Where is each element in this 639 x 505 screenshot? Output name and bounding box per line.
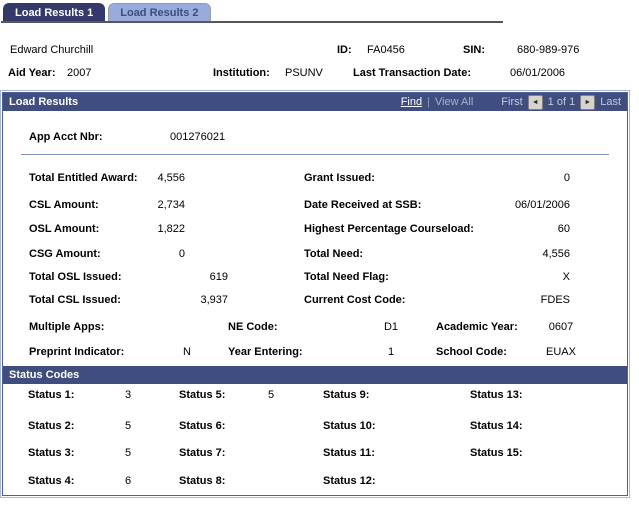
status-label: Status 2: bbox=[28, 420, 75, 432]
student-name: Edward Churchill bbox=[10, 44, 94, 56]
load-results-title: Load Results bbox=[9, 96, 79, 108]
load-results-groupbox: Load Results Find | View All First ◄ 1 o… bbox=[0, 90, 630, 498]
status-label: Status 10: bbox=[323, 420, 376, 432]
status-label: Status 4: bbox=[28, 475, 75, 487]
sin-label: SIN: bbox=[463, 44, 485, 56]
total-need-value: 4,556 bbox=[542, 248, 570, 260]
total-entitled-award-value: 4,556 bbox=[157, 172, 185, 184]
first-link: First bbox=[501, 96, 523, 108]
multiple-apps-label: Multiple Apps: bbox=[29, 321, 105, 333]
next-row-button[interactable]: ► bbox=[580, 94, 596, 110]
right-arrow-icon: ► bbox=[584, 98, 592, 106]
total-need-flag-value: X bbox=[562, 271, 570, 283]
total-need-flag-label: Total Need Flag: bbox=[304, 271, 389, 283]
institution-label: Institution: bbox=[213, 67, 270, 79]
status-label: Status 11: bbox=[323, 447, 375, 459]
previous-row-button[interactable]: ◄ bbox=[527, 94, 543, 110]
total-csl-issued-label: Total CSL Issued: bbox=[29, 294, 121, 306]
status-label: Status 13: bbox=[470, 389, 523, 401]
tab-bar: Load Results 1 Load Results 2 bbox=[3, 3, 214, 22]
year-entering-value: 1 bbox=[387, 346, 395, 358]
preprint-indicator-label: Preprint Indicator: bbox=[29, 346, 125, 358]
total-osl-issued-label: Total OSL Issued: bbox=[29, 271, 122, 283]
status-value: 5 bbox=[267, 389, 275, 401]
school-code-value: EUAX bbox=[546, 346, 576, 358]
row-position: 1 of 1 bbox=[547, 96, 576, 108]
status-label: Status 12: bbox=[323, 475, 376, 487]
ne-code-label: NE Code: bbox=[228, 321, 278, 333]
tab-load-results-2[interactable]: Load Results 2 bbox=[108, 3, 211, 22]
academic-year-label: Academic Year: bbox=[436, 321, 518, 333]
current-cost-code-label: Current Cost Code: bbox=[304, 294, 406, 306]
grid-navigation: Find | View All First ◄ 1 of 1 ► Last bbox=[401, 93, 621, 111]
current-cost-code-value: FDES bbox=[540, 294, 570, 306]
csg-amount-value: 0 bbox=[178, 248, 185, 260]
tab-load-results-1[interactable]: Load Results 1 bbox=[3, 3, 106, 22]
grant-issued-value: 0 bbox=[563, 172, 570, 184]
preprint-indicator-value: N bbox=[183, 346, 191, 358]
school-code-label: School Code: bbox=[436, 346, 507, 358]
academic-year-value: 0607 bbox=[548, 321, 574, 333]
nav-separator: | bbox=[427, 96, 430, 108]
aid-year-label: Aid Year: bbox=[8, 67, 56, 79]
institution-value: PSUNV bbox=[285, 67, 323, 79]
status-label: Status 15: bbox=[470, 447, 523, 459]
csg-amount-label: CSG Amount: bbox=[29, 248, 101, 260]
status-label: Status 1: bbox=[28, 389, 75, 401]
status-label: Status 3: bbox=[28, 447, 75, 459]
status-codes-title: Status Codes bbox=[9, 369, 80, 381]
status-label: Status 9: bbox=[323, 389, 370, 401]
total-need-label: Total Need: bbox=[304, 248, 364, 260]
find-link[interactable]: Find bbox=[401, 93, 422, 111]
status-codes-header-bar: Status Codes bbox=[3, 366, 627, 384]
ne-code-value: D1 bbox=[383, 321, 399, 333]
sin-value: 680-989-976 bbox=[517, 44, 580, 56]
last-transaction-date-value: 06/01/2006 bbox=[510, 67, 566, 79]
tab-underline bbox=[1, 21, 503, 23]
total-csl-issued-value: 3,937 bbox=[200, 294, 228, 306]
id-value: FA0456 bbox=[367, 44, 405, 56]
year-entering-label: Year Entering: bbox=[228, 346, 303, 358]
status-value: 5 bbox=[124, 420, 132, 432]
aid-year-value: 2007 bbox=[67, 67, 92, 79]
highest-percentage-courseload-value: 60 bbox=[557, 223, 570, 235]
left-arrow-icon: ◄ bbox=[531, 98, 539, 106]
page: Load Results 1 Load Results 2 Edward Chur… bbox=[0, 0, 639, 505]
status-value: 3 bbox=[124, 389, 132, 401]
app-acct-nbr-value: 001276021 bbox=[170, 131, 226, 143]
field-separator-line bbox=[21, 154, 609, 155]
status-label: Status 6: bbox=[179, 420, 226, 432]
grant-issued-label: Grant Issued: bbox=[304, 172, 375, 184]
last-link: Last bbox=[600, 96, 621, 108]
status-value: 6 bbox=[124, 475, 132, 487]
last-transaction-date-label: Last Transaction Date: bbox=[353, 67, 471, 79]
status-label: Status 5: bbox=[179, 389, 226, 401]
status-label: Status 7: bbox=[179, 447, 226, 459]
date-received-at-ssb-value: 06/01/2006 bbox=[514, 199, 570, 211]
view-all-link[interactable]: View All bbox=[435, 93, 473, 111]
total-osl-issued-value: 619 bbox=[209, 271, 228, 283]
status-value: 5 bbox=[124, 447, 132, 459]
osl-amount-label: OSL Amount: bbox=[29, 223, 100, 235]
load-results-header-bar: Load Results Find | View All First ◄ 1 o… bbox=[3, 93, 627, 111]
status-label: Status 14: bbox=[470, 420, 523, 432]
csl-amount-label: CSL Amount: bbox=[29, 199, 99, 211]
id-label: ID: bbox=[337, 44, 352, 56]
csl-amount-value: 2,734 bbox=[157, 199, 185, 211]
osl-amount-value: 1,822 bbox=[157, 223, 185, 235]
date-received-at-ssb-label: Date Received at SSB: bbox=[304, 199, 422, 211]
status-label: Status 8: bbox=[179, 475, 226, 487]
app-acct-nbr-label: App Acct Nbr: bbox=[29, 131, 103, 143]
